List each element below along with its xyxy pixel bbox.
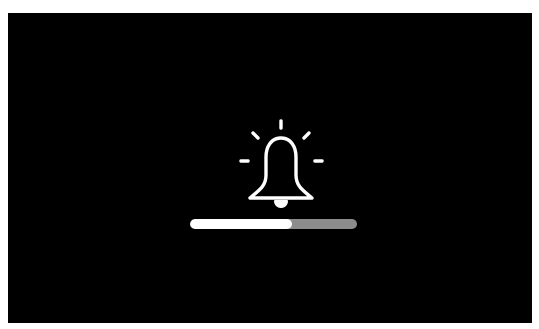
- volume-progress-fill: [190, 219, 292, 229]
- sound-line-icon: [302, 131, 311, 140]
- sound-line-icon: [251, 131, 260, 140]
- bell-icon: [237, 119, 327, 211]
- volume-notification-overlay: [8, 13, 532, 323]
- volume-progress-bar: [190, 219, 357, 229]
